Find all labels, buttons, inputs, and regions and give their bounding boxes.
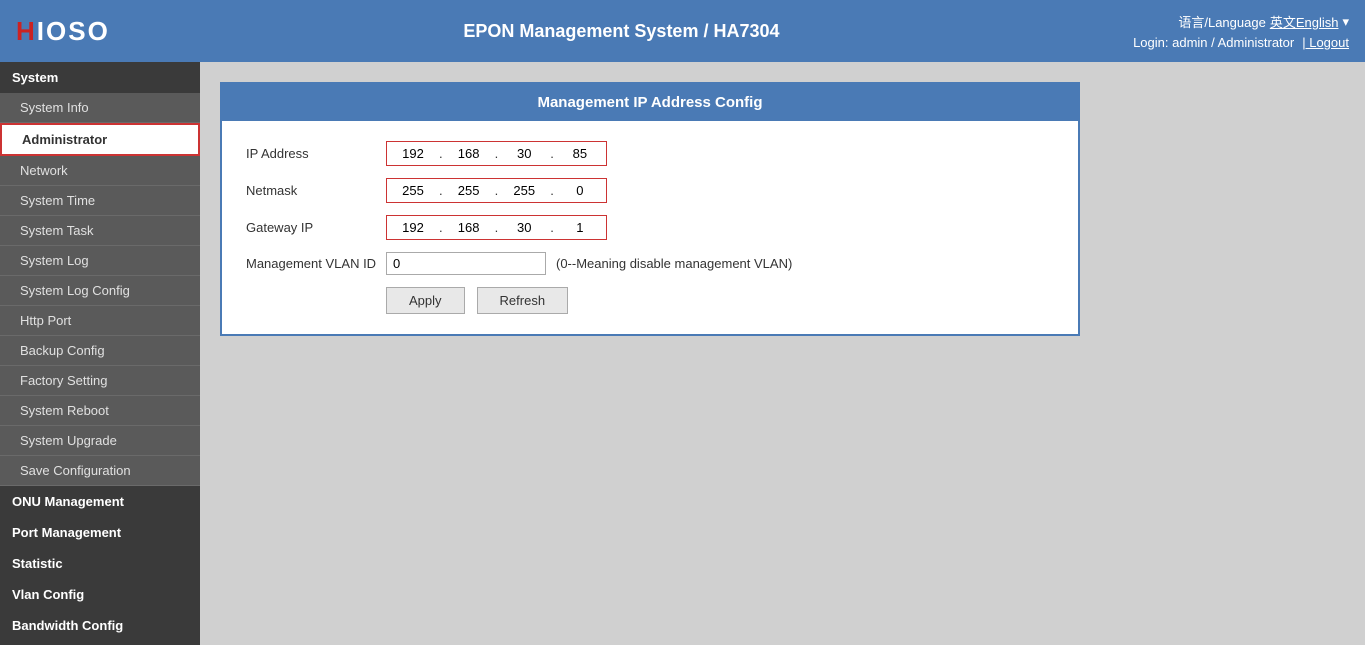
login-info: Login: admin / Administrator | Logout <box>1133 35 1349 50</box>
sidebar-group-port[interactable]: Port Management <box>0 517 200 548</box>
language-value[interactable]: 英文English <box>1270 12 1339 31</box>
main-layout: System System Info Administrator Network… <box>0 62 1365 645</box>
sidebar-group-bandwidth[interactable]: Bandwidth Config <box>0 610 200 641</box>
logo: HIOSO <box>16 16 110 47</box>
gateway-octet2[interactable] <box>445 218 493 237</box>
ip-address-inputs: . . . <box>386 141 607 166</box>
refresh-button[interactable]: Refresh <box>477 287 569 314</box>
sidebar-item-network[interactable]: Network <box>0 156 200 186</box>
header-right: 语言/Language 英文English ▾ Login: admin / A… <box>1133 12 1349 50</box>
netmask-inputs: . . . <box>386 178 607 203</box>
sidebar-item-system-info[interactable]: System Info <box>0 93 200 123</box>
sidebar-item-system-log[interactable]: System Log <box>0 246 200 276</box>
content-area: Management IP Address Config IP Address … <box>200 62 1365 645</box>
language-selector[interactable]: 语言/Language 英文English ▾ <box>1178 12 1349 31</box>
sidebar-item-system-upgrade[interactable]: System Upgrade <box>0 426 200 456</box>
sidebar-group-statistic[interactable]: Statistic <box>0 548 200 579</box>
netmask-octet3[interactable] <box>500 181 548 200</box>
netmask-label: Netmask <box>246 183 386 198</box>
header: HIOSO EPON Management System / HA7304 语言… <box>0 0 1365 62</box>
sidebar-item-backup-config[interactable]: Backup Config <box>0 336 200 366</box>
ip-address-octet4[interactable] <box>556 144 604 163</box>
sidebar-item-system-log-config[interactable]: System Log Config <box>0 276 200 306</box>
ip-address-octet3[interactable] <box>500 144 548 163</box>
vlan-id-row: Management VLAN ID (0--Meaning disable m… <box>246 252 1054 275</box>
sidebar-item-system-reboot[interactable]: System Reboot <box>0 396 200 426</box>
panel-title: Management IP Address Config <box>222 84 1078 121</box>
sidebar-item-system-task[interactable]: System Task <box>0 216 200 246</box>
gateway-inputs: . . . <box>386 215 607 240</box>
netmask-row: Netmask . . . <box>246 178 1054 203</box>
ip-address-row: IP Address . . . <box>246 141 1054 166</box>
logo-text: HIOSO <box>16 16 110 47</box>
sidebar-item-administrator[interactable]: Administrator <box>0 123 200 156</box>
gateway-row: Gateway IP . . . <box>246 215 1054 240</box>
vlan-id-label: Management VLAN ID <box>246 256 386 271</box>
ip-address-label: IP Address <box>246 146 386 161</box>
gateway-octet4[interactable] <box>556 218 604 237</box>
ip-address-octet1[interactable] <box>389 144 437 163</box>
netmask-octet4[interactable] <box>556 181 604 200</box>
apply-button[interactable]: Apply <box>386 287 465 314</box>
sidebar-group-system[interactable]: System <box>0 62 200 93</box>
netmask-octet2[interactable] <box>445 181 493 200</box>
sidebar-item-system-time[interactable]: System Time <box>0 186 200 216</box>
panel-body: IP Address . . . Netmask <box>222 121 1078 334</box>
sidebar-item-http-port[interactable]: Http Port <box>0 306 200 336</box>
ip-address-octet2[interactable] <box>445 144 493 163</box>
button-row: Apply Refresh <box>386 287 1054 314</box>
sidebar: System System Info Administrator Network… <box>0 62 200 645</box>
gateway-label: Gateway IP <box>246 220 386 235</box>
sidebar-group-vlan[interactable]: Vlan Config <box>0 579 200 610</box>
dropdown-icon: ▾ <box>1342 14 1349 30</box>
vlan-hint: (0--Meaning disable management VLAN) <box>556 256 792 271</box>
language-label: 语言/Language <box>1178 12 1265 31</box>
logout-link[interactable]: | Logout <box>1302 35 1349 50</box>
sidebar-group-olt-mac[interactable]: OLT Mac Config <box>0 641 200 645</box>
logo-h: H <box>16 16 37 46</box>
gateway-octet3[interactable] <box>500 218 548 237</box>
gateway-octet1[interactable] <box>389 218 437 237</box>
sidebar-item-factory-setting[interactable]: Factory Setting <box>0 366 200 396</box>
sidebar-item-save-configuration[interactable]: Save Configuration <box>0 456 200 486</box>
header-title: EPON Management System / HA7304 <box>463 21 779 42</box>
netmask-octet1[interactable] <box>389 181 437 200</box>
vlan-id-input[interactable] <box>386 252 546 275</box>
sidebar-group-onu[interactable]: ONU Management <box>0 486 200 517</box>
config-panel: Management IP Address Config IP Address … <box>220 82 1080 336</box>
login-text: Login: admin / Administrator <box>1133 35 1294 50</box>
